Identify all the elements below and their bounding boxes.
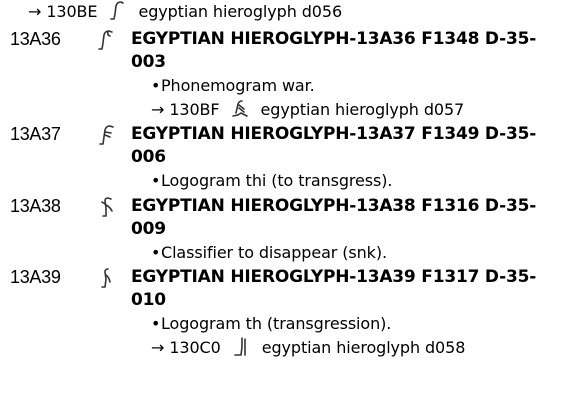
hieroglyph-d058-icon [231, 336, 251, 356]
xref-code: 130BF [169, 100, 220, 119]
entry-13a39-note: •Logogram th (transgression). [151, 312, 391, 336]
codepoint: 13A39 [10, 267, 61, 287]
xref-line-top: → 130BE egyptian hieroglyph d056 [28, 0, 342, 24]
xref-arrow: → [28, 2, 42, 21]
xref-name: egyptian hieroglyph d057 [260, 100, 465, 119]
entry-13a39: 13A39 EGYPTIAN HIEROGLYPH-13A39 F1317 D-… [0, 265, 566, 289]
entry-13a36: 13A36 EGYPTIAN HIEROGLYPH-13A36 F1348 D-… [0, 27, 566, 51]
entry-13a38-note: •Classifier to disappear (snk). [151, 241, 387, 265]
character-name-cont: 006 [131, 147, 166, 167]
entry-13a36-xref: → 130BF egyptian hieroglyph d057 [151, 98, 464, 122]
character-name: EGYPTIAN HIEROGLYPH-13A38 F1316 D-35- [131, 196, 537, 216]
codepoint: 13A38 [10, 196, 61, 216]
character-name: EGYPTIAN HIEROGLYPH-13A39 F1317 D-35- [131, 267, 537, 287]
note-text: Classifier to disappear (snk). [161, 243, 387, 262]
entry-13a37-note: •Logogram thi (to transgress). [151, 169, 392, 193]
character-name: EGYPTIAN HIEROGLYPH-13A36 F1348 D-35- [131, 29, 537, 49]
xref-name: egyptian hieroglyph d058 [261, 338, 466, 357]
hieroglyph-13a37-icon [96, 124, 116, 146]
note-text: Logogram th (transgression). [161, 314, 392, 333]
hieroglyph-13a38-icon [96, 196, 116, 218]
xref-name: egyptian hieroglyph d056 [138, 2, 343, 21]
bullet: • [151, 243, 161, 262]
entry-13a39-xref: → 130C0 egyptian hieroglyph d058 [151, 336, 465, 360]
hieroglyph-13a39-icon [96, 267, 116, 289]
character-name: EGYPTIAN HIEROGLYPH-13A37 F1349 D-35- [131, 124, 537, 144]
character-name-cont: 003 [131, 52, 166, 72]
xref-code: 130BE [46, 2, 98, 21]
character-name-cont: 010 [131, 290, 166, 310]
hieroglyph-d056-icon [107, 0, 127, 20]
character-name-cont: 009 [131, 219, 166, 239]
code-chart-page: → 130BE egyptian hieroglyph d056 13A36 E… [0, 0, 566, 414]
note-text: Logogram thi (to transgress). [161, 171, 393, 190]
codepoint: 13A36 [10, 29, 61, 49]
hieroglyph-d057-icon [230, 98, 250, 118]
bullet: • [151, 76, 161, 95]
codepoint: 13A37 [10, 124, 61, 144]
bullet: • [151, 314, 161, 333]
entry-13a36-note: •Phonemogram war. [151, 74, 315, 98]
note-text: Phonemogram war. [161, 76, 315, 95]
entry-13a37: 13A37 EGYPTIAN HIEROGLYPH-13A37 F1349 D-… [0, 122, 566, 146]
xref-arrow: → [151, 100, 165, 119]
xref-code: 130C0 [169, 338, 221, 357]
bullet: • [151, 171, 161, 190]
hieroglyph-13a36-icon [96, 29, 116, 51]
entry-13a38: 13A38 EGYPTIAN HIEROGLYPH-13A38 F1316 D-… [0, 194, 566, 218]
xref-arrow: → [151, 338, 165, 357]
